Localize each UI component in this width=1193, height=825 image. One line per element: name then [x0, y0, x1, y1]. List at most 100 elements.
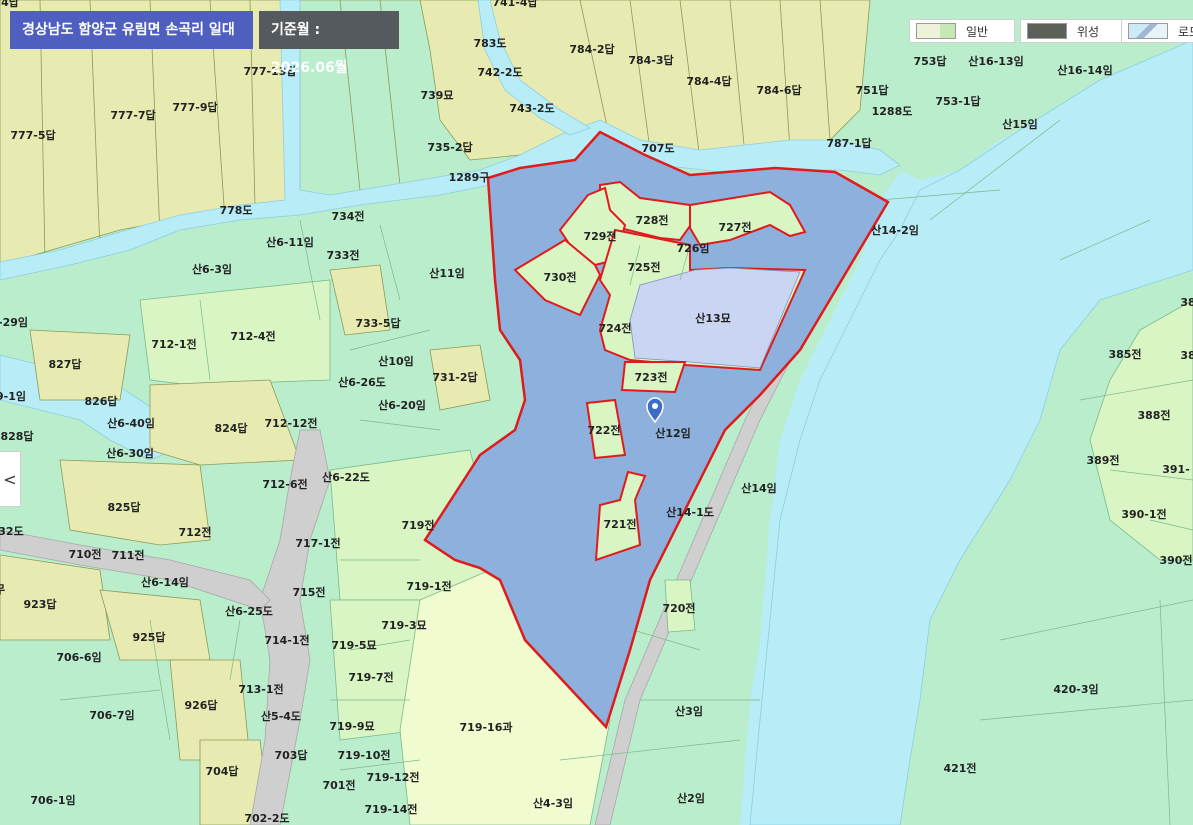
panel-collapse-button[interactable]: < — [0, 451, 21, 507]
parcel-label: 753-1답 — [935, 94, 980, 108]
parcel-label: 산6-3임 — [192, 262, 232, 276]
parcel-label: 784-2답 — [569, 42, 614, 56]
parcel-label: 719-14전 — [365, 802, 418, 816]
parcel-label: 724전 — [598, 321, 631, 335]
map-type-general-button[interactable]: 일반 — [909, 19, 1015, 43]
parcel-label: 824답 — [214, 421, 247, 435]
parcel-label: 산14-1도 — [666, 505, 714, 519]
parcel-label: 777-7답 — [110, 108, 155, 122]
parcel-label: 385전 — [1108, 347, 1141, 361]
parcel-label: 715전 — [292, 585, 325, 599]
parcel-label: 390-1전 — [1121, 507, 1166, 521]
parcel-label: 1289구 — [449, 171, 490, 184]
parcel-label: 421전 — [943, 761, 976, 775]
parcel-label: 720전 — [662, 601, 695, 615]
parcel-label: 702-2도 — [244, 812, 289, 825]
parcel-label: 734전 — [331, 209, 364, 223]
chevron-left-icon: < — [3, 469, 17, 489]
parcel-label: 719-1전 — [406, 579, 451, 593]
parcel-label: 706-6임 — [56, 651, 101, 664]
parcel-label: 산15임 — [1002, 117, 1038, 131]
parcel-label: 무 — [0, 583, 5, 596]
parcel-label: 827답 — [48, 357, 81, 371]
cadastral-map[interactable]: 777-13답777-7답777-9답777-5답739묘783도742-2도7… — [0, 0, 1193, 825]
parcel-label: 719-10전 — [338, 748, 391, 762]
parcel-label: 산16-13임 — [968, 54, 1023, 68]
parcel-label: 784-3답 — [628, 53, 673, 67]
parcel-label: 926답 — [184, 698, 217, 712]
parcel-label: 721전 — [603, 517, 636, 531]
parcel-label: 743-2도 — [509, 102, 554, 115]
general-map-thumbnail-icon — [916, 23, 956, 39]
parcel-label: 730전 — [543, 270, 576, 284]
parcel-label: 717-1전 — [295, 536, 340, 550]
parcel-label: 389전 — [1086, 453, 1119, 467]
road-map-thumbnail-icon — [1128, 23, 1168, 39]
parcel-label: 산6-30임 — [106, 446, 154, 460]
parcel-label: 778도 — [219, 204, 252, 217]
parcel-label: 산12임 — [655, 426, 691, 440]
parcel-label: 703답 — [274, 748, 307, 762]
parcel-label: 706-1임 — [30, 794, 75, 807]
map-type-satellite-label: 위성 — [1077, 24, 1100, 39]
parcel-label: 산6-25도 — [225, 604, 273, 618]
parcel-label: 751답 — [855, 83, 888, 97]
map-type-general-label: 일반 — [966, 24, 989, 39]
parcel-label: 산14임 — [741, 481, 777, 495]
parcel-label: 산6-40임 — [107, 416, 155, 430]
parcel-label: 777-9답 — [172, 100, 217, 114]
parcel-label: 710전 — [68, 547, 101, 561]
map-type-road-label: 로드 — [1178, 24, 1193, 39]
parcel-label: 산2임 — [677, 791, 705, 805]
parcel-label: 783도 — [473, 37, 506, 50]
parcel-label: 388전 — [1137, 408, 1170, 422]
parcel-label: 산6-14임 — [141, 575, 189, 589]
parcel-label: 390전 — [1159, 553, 1192, 567]
parcel-label: 725전 — [627, 260, 660, 274]
parcel-label: 1288도 — [872, 105, 913, 118]
parcel-label: 산11임 — [429, 266, 465, 280]
location-badge: 경상남도 함양군 유림면 손곡리 일대 — [10, 11, 253, 49]
parcel-label: 722전 — [587, 423, 620, 437]
parcel-label: 32도 — [0, 525, 24, 538]
parcel-label: 923답 — [23, 597, 56, 611]
parcel-label: 산13묘 — [695, 311, 731, 325]
parcel-label: 420-3임 — [1053, 683, 1098, 696]
parcel-label: 704답 — [205, 764, 238, 778]
base-month-badge: 기준월 : 2026.06월 — [259, 11, 399, 76]
parcel-label: 735-2답 — [427, 140, 472, 154]
parcel-label: 742-2도 — [477, 66, 522, 79]
parcel-label: 925답 — [132, 630, 165, 644]
parcel-label: 826답 — [84, 394, 117, 408]
parcel-label: 706-7임 — [89, 709, 134, 722]
parcel-label: 777-5답 — [10, 128, 55, 142]
parcel-label: 산4-3임 — [533, 796, 573, 810]
parcel-label: 712-6전 — [262, 477, 307, 491]
parcel-label: 712-12전 — [265, 416, 318, 430]
parcel-label: 784-6답 — [756, 83, 801, 97]
parcel-label: 828답 — [0, 429, 33, 443]
parcel-label: 719-5묘 — [331, 639, 376, 652]
parcel-label: 산5-4도 — [261, 709, 301, 723]
parcel-label: 719전 — [401, 518, 434, 532]
parcel-label: 719-9묘 — [329, 720, 374, 733]
parcel-label: 739묘 — [420, 89, 453, 102]
parcel-label: 38 — [1180, 349, 1193, 362]
parcel-label: 9-1임 — [0, 390, 26, 403]
parcel-label: 733-5답 — [355, 316, 400, 330]
parcel-label: 712전 — [178, 525, 211, 539]
satellite-map-thumbnail-icon — [1027, 23, 1067, 39]
parcel-label: 714-1전 — [264, 633, 309, 647]
parcel-label: 산10임 — [378, 354, 414, 368]
parcel-label: 784-4답 — [686, 74, 731, 88]
parcel-label: 산6-11임 — [266, 235, 314, 249]
parcel-label: -29임 — [0, 316, 28, 329]
map-type-satellite-button[interactable]: 위성 — [1020, 19, 1124, 43]
parcel-label: 712-1전 — [151, 337, 196, 351]
map-type-road-button[interactable]: 로드 — [1121, 19, 1193, 43]
parcel-label: 711전 — [111, 548, 144, 562]
parcel-label: 787-1답 — [826, 136, 871, 150]
parcel-label: 산3임 — [675, 704, 703, 718]
parcel-label: 산6-22도 — [322, 470, 370, 484]
parcel-label: 728전 — [635, 213, 668, 227]
